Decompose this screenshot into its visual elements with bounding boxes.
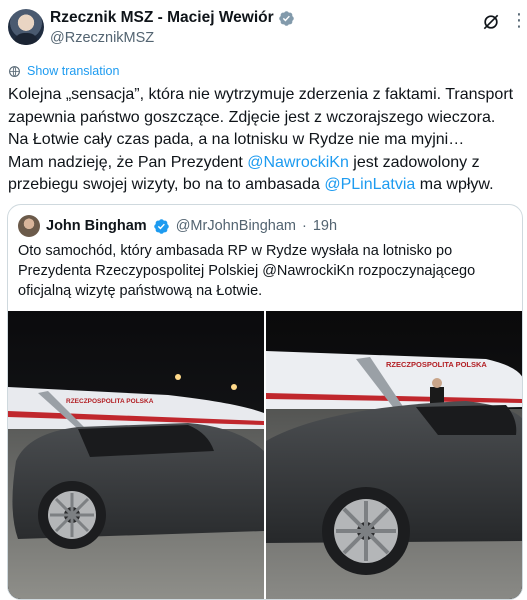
show-translation-label[interactable]: Show translation: [27, 64, 119, 78]
grok-icon[interactable]: [481, 12, 501, 32]
quoted-author-handle[interactable]: @MrJohnBingham: [176, 218, 296, 234]
tweet-header: Rzecznik MSZ - Maciej Wewiór @RzecznikMS…: [0, 0, 527, 56]
mention-link[interactable]: @NawrockiKn: [247, 154, 349, 171]
plane-lettering: RZECZPOSPOLITA POLSKA: [386, 360, 487, 369]
quoted-tweet-header: John Bingham @MrJohnBingham · 19h: [18, 215, 337, 237]
photo-car-left[interactable]: RZECZPOSPOLITA POLSKA: [8, 311, 264, 599]
author-name-row: Rzecznik MSZ - Maciej Wewiór: [50, 9, 295, 27]
quoted-timestamp[interactable]: 19h: [313, 218, 337, 234]
verified-badge-icon: [278, 10, 294, 26]
author-display-name[interactable]: Rzecznik MSZ - Maciej Wewiór: [50, 9, 274, 27]
quoted-tweet-text: Oto samochód, który ambasada RP w Rydze …: [18, 243, 476, 299]
photo-car-right[interactable]: RZECZPOSPOLITA POLSKA: [266, 311, 522, 599]
tweet-text: Kolejna „sensacja”, która nie wytrzymuje…: [8, 84, 520, 197]
globe-icon: [9, 65, 20, 77]
author-handle[interactable]: @RzecznikMSZ: [50, 30, 154, 46]
tweet-text-part4: ma wpływ.: [415, 176, 494, 193]
plane-lettering: RZECZPOSPOLITA POLSKA: [66, 398, 154, 405]
more-icon[interactable]: ⋮: [510, 10, 527, 34]
quoted-tweet[interactable]: John Bingham @MrJohnBingham · 19h Oto sa…: [7, 204, 523, 600]
tweet-text-part1: Kolejna „sensacja”, która nie wytrzymuje…: [8, 86, 514, 148]
mention-link[interactable]: @PLinLatvia: [324, 176, 415, 193]
author-avatar[interactable]: [8, 9, 44, 45]
separator-dot: ·: [302, 218, 307, 234]
quoted-author-avatar[interactable]: [18, 215, 40, 237]
quoted-author-name[interactable]: John Bingham: [46, 218, 147, 234]
tweet-text-part2: Mam nadzieję, że Pan Prezydent: [8, 153, 248, 171]
quoted-tweet-photos: RZECZPOSPOLITA POLSKA RZECZPOSPOLITA POL…: [8, 311, 522, 599]
verified-badge-icon: [153, 218, 169, 234]
show-translation-link[interactable]: Show translation: [8, 64, 119, 78]
